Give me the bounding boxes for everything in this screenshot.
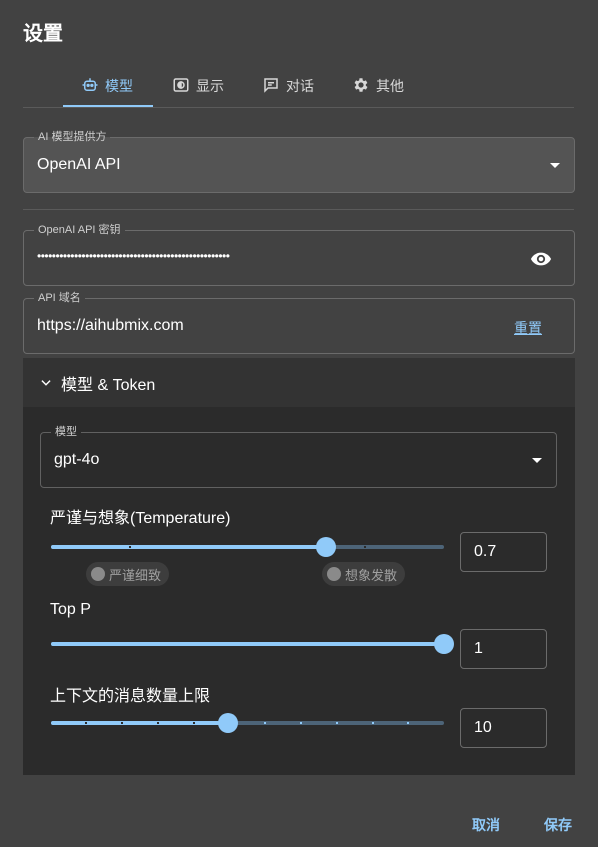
slider-tick [121,722,123,724]
robot-icon [81,76,99,97]
tab-label: 模型 [105,78,133,94]
tab-indicator [63,105,153,107]
reset-link[interactable]: 重置 [514,318,542,338]
provider-label: AI 模型提供方 [34,130,111,144]
precise-chip[interactable]: 严谨细致 [86,562,170,586]
context-limit-slider-thumb[interactable] [217,713,238,733]
temperature-input[interactable]: 0.7 [460,532,547,572]
model-select[interactable]: 模型 gpt-4o [40,425,557,488]
chevron-down-icon [532,458,542,463]
gear-icon [352,76,370,97]
provider-select[interactable]: AI 模型提供方 OpenAI API [23,130,575,193]
api-host-label: API 域名 [34,291,85,305]
api-key-label: OpenAI API 密钥 [34,223,125,237]
slider-tick [300,722,302,724]
slider-tick [157,722,159,724]
tab-label: 显示 [196,78,224,94]
display-icon [172,76,190,97]
model-token-accordion: 模型 & Token 模型 gpt-4o 严谨与想象(Temperature) … [23,358,575,775]
slider-tick [85,722,87,724]
tab-other[interactable]: 其他 [352,64,404,108]
accordion-title: 模型 & Token [61,376,156,394]
section-divider [23,209,574,210]
slider-tick [407,722,409,724]
tab-display[interactable]: 显示 [172,64,224,108]
temperature-label: 严谨与想象(Temperature) [50,510,231,527]
slider-tick [129,546,131,548]
context-limit-slider-fill [51,721,228,725]
model-label: 模型 [51,425,81,439]
precise-icon [91,567,105,581]
temperature-slider-track[interactable] [51,545,444,549]
chat-icon [262,76,280,97]
cancel-button[interactable]: 取消 [472,815,500,835]
top-p-slider-thumb[interactable] [434,634,454,654]
model-value: gpt-4o [54,451,100,468]
provider-value: OpenAI API [37,156,121,173]
temperature-slider-thumb[interactable] [316,537,337,557]
chevron-down-icon [39,376,53,390]
api-host-field[interactable]: API 域名 https://aihubmix.com 重置 [23,291,575,354]
accordion-header[interactable]: 模型 & Token [23,358,575,407]
creative-chip[interactable]: 想象发散 [322,562,406,586]
creative-chip-label: 想象发散 [345,567,398,583]
chevron-down-icon [550,163,560,168]
save-button[interactable]: 保存 [544,815,572,835]
slider-tick [264,722,266,724]
temperature-slider-fill [51,545,327,549]
context-limit-input[interactable]: 10 [460,708,547,748]
precise-chip-label: 严谨细致 [109,567,162,583]
slider-tick [364,546,366,548]
slider-tick [193,722,195,724]
api-key-value: ••••••••••••••••••••••••••••••••••••••••… [37,249,230,263]
api-host-value: https://aihubmix.com [37,317,184,334]
top-p-slider-fill [51,642,444,646]
tab-model[interactable]: 模型 [81,64,133,108]
top-p-slider-track[interactable] [51,642,444,646]
slider-tick [372,722,374,724]
tab-label: 其他 [376,78,404,94]
context-limit-label: 上下文的消息数量上限 [50,688,211,705]
api-key-field[interactable]: OpenAI API 密钥 ••••••••••••••••••••••••••… [23,223,575,286]
top-p-input[interactable]: 1 [460,629,547,669]
settings-tabs: 模型 显示 对话 其他 [23,64,574,108]
tab-label: 对话 [286,78,314,94]
dialog-title: 设置 [23,23,63,45]
context-limit-slider-track[interactable] [51,721,444,725]
top-p-label: Top P [50,601,91,618]
lightbulb-icon [327,567,341,581]
tab-chat[interactable]: 对话 [262,64,314,108]
slider-tick [336,722,338,724]
eye-icon[interactable] [530,248,552,275]
